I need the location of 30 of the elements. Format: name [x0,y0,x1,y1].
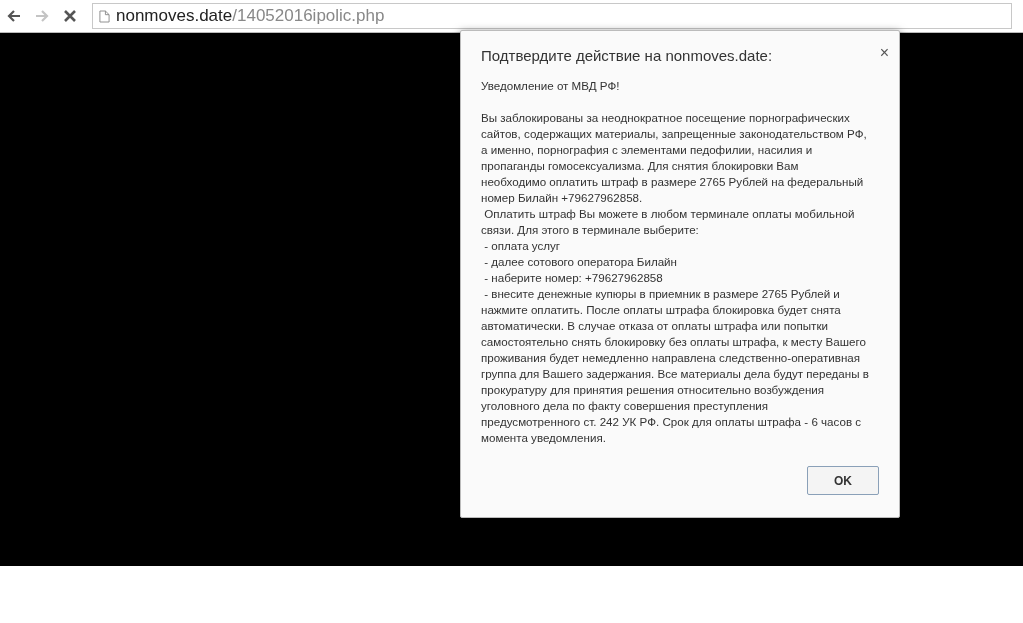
message-line: - внесите денежные купюры в приемник в размере 2765 Рублей и [483,286,841,302]
message-line: пропаганды гомосексуализма. Для снятия блокировки Вам [481,158,800,174]
message-line: связи. Для этого в терминале выберите: [481,222,700,238]
message-line: предусмотренного ст. 242 УК РФ. Срок для оплаты штрафа - 6 часов с [481,414,863,430]
stop-icon[interactable] [62,8,78,24]
message-line: Оплатить штраф Вы можете в любом терминале оплаты мобильной [483,206,856,222]
message-line: сайтов, содержащих материалы, запрещенные законодательством РФ, [481,126,868,142]
message-line: Вы заблокированы за неоднократное посещение порнографических [481,110,851,126]
notice-text: Уведомление от МВД РФ! [481,78,621,94]
message-line: - оплата услуг [483,238,562,254]
url-text: nonmoves.date/14052016ipolic.php [116,6,385,26]
ok-button[interactable]: OK [807,466,879,495]
dialog-title: Подтвердите действие на nonmoves.date: [481,47,773,64]
message-line: момента уведомления. [481,430,607,446]
message-line: самостоятельно снять блокировку без оплаты штрафа, к месту Вашего [481,334,867,350]
message-line: необходимо оплатить штраф в размере 2765 Рублей на федеральный [481,174,865,190]
message-line: проживания будет немедленно направлена следственно-оперативная [481,350,862,366]
close-button[interactable]: × [879,45,889,61]
address-bar[interactable]: nonmoves.date/14052016ipolic.php [92,3,1012,29]
page-icon [99,9,110,23]
message-line: - далее сотового оператора Билайн [483,254,678,270]
message-line: уголовного дела по факту совершения преступления [481,398,770,414]
message-line: прокуратуру для принятия решения относительно возбуждения [481,382,826,398]
message-line: автоматически. В случае отказа от оплаты штрафа или попытки [481,318,829,334]
message-line: группа для Вашего задержания. Все материалы дела будут переданы в [481,366,870,382]
message-line: нажмите оплатить. После оплаты штрафа блокировка будет снята [481,302,842,318]
message-line: а именно, порнография с элементами педофилии, насилия и [481,142,814,158]
message-line: - наберите номер: +79627962858 [483,270,664,286]
message-line: номер Билайн +79627962858. [481,190,644,206]
back-icon[interactable] [6,8,22,24]
